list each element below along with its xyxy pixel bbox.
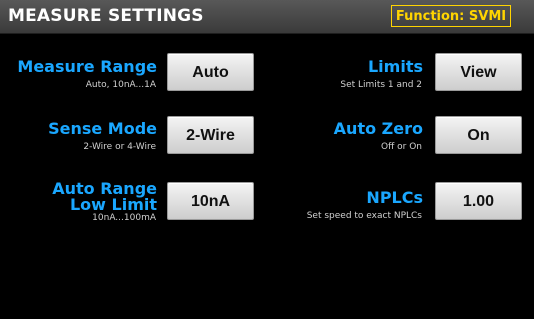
measure-range-button[interactable]: Auto: [167, 53, 254, 91]
limits-label: Limits: [367, 57, 423, 76]
auto-zero-hint: Off or On: [380, 142, 422, 152]
nplcs-button[interactable]: 1.00: [435, 182, 522, 220]
sense-mode-button[interactable]: 2-Wire: [167, 116, 254, 154]
measure-range-label: Measure Range: [17, 57, 157, 76]
auto-range-label-line2: Low Limit: [69, 195, 157, 214]
function-badge[interactable]: Function: SVMI: [391, 5, 511, 27]
auto-zero-button[interactable]: On: [435, 116, 522, 154]
page-title: MEASURE SETTINGS: [8, 6, 204, 26]
auto-zero-label: Auto Zero: [333, 119, 423, 138]
nplcs-hint: Set speed to exact NPLCs: [306, 211, 422, 221]
header-bar: MEASURE SETTINGS Function: SVMI: [0, 0, 534, 34]
measure-range-hint: Auto, 10nA...1A: [85, 80, 156, 90]
sense-mode-hint: 2-Wire or 4-Wire: [83, 142, 156, 152]
limits-hint: Set Limits 1 and 2: [340, 80, 422, 90]
nplcs-label: NPLCs: [366, 188, 423, 207]
sense-mode-label: Sense Mode: [48, 119, 157, 138]
limits-view-button[interactable]: View: [435, 53, 522, 91]
auto-range-hint: 10nA...100mA: [92, 213, 156, 223]
